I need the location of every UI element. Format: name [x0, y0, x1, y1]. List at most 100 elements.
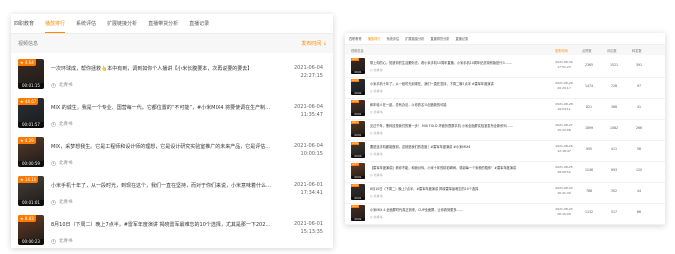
video-title[interactable]: 一次环球成，帮你拯救👆本中有到，调到如你个人播讲【小米长腹要本，次再说要的要去】: [51, 65, 273, 72]
rating-badge: ★ 14.16: [18, 176, 39, 183]
video-thumbnail[interactable]: ★4.4 00:02: [351, 205, 365, 221]
column-header-1[interactable]: 发布时间: [555, 48, 568, 53]
rating-badge: ★3.9: [351, 184, 359, 187]
column-header-3[interactable]: 评论数: [607, 48, 617, 53]
video-title[interactable]: 小米手机十年了，从一段时光到现在，我们一直在坚持，下周二晚7点半 #雷军年度演讲: [370, 81, 520, 86]
publish-time: 12:18:47: [557, 149, 571, 153]
publish-datetime: 2021-06-01 17:34:41: [283, 181, 323, 197]
video-title[interactable]: 【雷军年度演讲】看你不能，和我对你，小米十年的精彩瞬间，感谢每一个米粉的陪伴！#…: [370, 165, 520, 170]
video-author: ◎ 北青书: [370, 194, 383, 198]
tab-2[interactable]: 系统评估: [76, 20, 96, 27]
video-title[interactable]: MIX 的诚生，我是一个专业、国营每一代。它都位置的“不可能”，#小米MIX4 …: [51, 104, 273, 111]
column-header-2[interactable]: 点赞数: [582, 48, 592, 53]
publish-time: 16:41:30: [557, 191, 571, 195]
video-author: ◎ 北青书: [370, 68, 383, 72]
tab-4[interactable]: 直播带货分析: [430, 36, 449, 41]
video-thumbnail[interactable]: ★4.2 00:02: [351, 79, 365, 95]
duration-label: 00:00:23: [18, 239, 44, 245]
table-row[interactable]: ★4.4 00:02 小米MIX 4 全面屏时代真正到来，CUP全面屏，让你看到更多…: [345, 202, 665, 225]
video-list-item[interactable]: ★ 8.83 00:00:23 8月10日（下周二）晚上7点半，#雷军年度演讲 揭晓…: [11, 208, 333, 248]
rating-badge: ★4.2: [351, 79, 359, 82]
video-thumbnail[interactable]: ★4.7 00:01: [351, 163, 365, 179]
video-title[interactable]: 小米手机十年了，从一段时光，到现在这个，我们一直在坚持，而对于你们来说，小米意味…: [51, 182, 273, 189]
rating-badge: ★ 8.83: [18, 215, 36, 222]
rating-badge: ★4.4: [351, 205, 359, 208]
video-list-item[interactable]: ★ 4.64 00:01:15 一次环球成，帮你拯救👆本中有到，调到如你个人播讲【小…: [11, 52, 333, 96]
table-row[interactable]: ★4.2 00:02 小米手机十年了，从一段时光到现在，我们一直在坚持，下周二晚7点…: [345, 76, 665, 99]
left-sort-toggle[interactable]: 发布时间 ↓: [301, 40, 327, 47]
table-row[interactable]: ★4.7 00:01 【雷军年度演讲】看你不能，和我对你，小米十年的精彩瞬间，感谢每…: [345, 160, 665, 183]
video-thumbnail[interactable]: ★ 8.83 00:00:23: [18, 215, 44, 245]
table-row[interactable]: ★3.8 00:01 和年轻人在一起，总有办法，以你的名义创造新的可能 ◎ 北青书 20…: [345, 97, 665, 120]
duration-label: 00:01:57: [18, 122, 44, 128]
video-thumbnail[interactable]: ★3.8 00:01: [351, 100, 365, 116]
duration-label: 00:00:59: [18, 161, 44, 167]
video-thumbnail[interactable]: ★ 4.29 00:00:59: [18, 137, 44, 167]
shares-count: 266: [635, 126, 643, 130]
video-thumbnail[interactable]: ★ 4.64 00:01:15: [18, 59, 44, 89]
shares-count: 58: [636, 147, 642, 151]
tab-2[interactable]: 系统评估: [387, 36, 400, 41]
table-row[interactable]: ★4.0 00:00 要是连手机都能做到，这就是我们的态度！#雷军年度演讲 #小米M…: [345, 139, 665, 162]
video-list-item[interactable]: ★ 4.29 00:00:59 MIX，采梦想我生。它是工程师和设计师的理想，它是设…: [11, 130, 333, 174]
video-title[interactable]: MIX，采梦想我生。它是工程师和设计师的理想，它是设计研究实验室推广的未来产品，…: [51, 143, 273, 150]
publish-datetime: 2021-08-27 15:32:08: [550, 123, 578, 133]
publish-time: 10:00:15: [300, 151, 323, 157]
publish-date: 2021-06-01: [293, 221, 323, 227]
table-row[interactable]: ★4.5 00:01 带上你的心，知道你的生活跟你去，看小米手机10周年直播，小米手…: [345, 55, 665, 78]
likes-count: 821: [585, 105, 593, 109]
duration-label: 00:01:15: [18, 83, 44, 89]
publish-time: 11:35:47: [300, 112, 323, 118]
tab-0[interactable]: 四职教育: [14, 20, 34, 27]
video-title[interactable]: 要是连手机都能做到，这就是我们的态度！#雷军年度演讲 #小米MIX4: [370, 144, 520, 149]
tab-1[interactable]: 播放排行: [368, 36, 381, 41]
tab-5[interactable]: 直播记录: [456, 36, 469, 41]
shares-count: 44: [636, 189, 642, 193]
table-row[interactable]: ★3.9 00:01 8月10日（下周二）晚上7点半，#雷军年度演讲 揭晓雷军最难忘…: [345, 181, 665, 204]
video-thumbnail[interactable]: ★5.1 00:01: [351, 121, 365, 137]
video-title[interactable]: 带上你的心，知道你的生活跟你去，看小米手机10周年直播，小米手机10周年纪念特别…: [370, 60, 520, 65]
publish-datetime: 2021-08-24 16:41:30: [550, 186, 578, 196]
rating-badge: ★ 44.67: [18, 98, 39, 105]
publish-datetime: 2021-06-01 15:13:35: [283, 220, 323, 236]
duration-label: 00:02: [351, 92, 365, 95]
publish-time: 15:32:08: [557, 128, 571, 132]
video-thumbnail[interactable]: ★3.9 00:01: [351, 184, 365, 200]
publish-datetime: 2021-08-28 19:04:11: [550, 102, 578, 112]
table-row[interactable]: ★5.1 00:01 见过千年，黑科技是我们的第一步！ MIX FOLD 环面折叠屏…: [345, 118, 665, 141]
video-author: ◎ 北青书: [370, 110, 383, 114]
tab-0[interactable]: 四职教育: [349, 36, 362, 41]
publish-date: 2021-06-04: [293, 143, 323, 149]
right-table-header: 视频信息 发布时间 点赞数 评论数 转发数: [345, 45, 665, 55]
video-author: ◎ 北青书: [370, 131, 383, 135]
video-title[interactable]: 见过千年，黑科技是我们的第一步！ MIX FOLD 环面折叠屏手机 小米全面屏实…: [370, 123, 520, 128]
tab-1[interactable]: 播放排行: [45, 20, 66, 33]
rating-badge: ★3.8: [351, 100, 359, 103]
video-thumbnail[interactable]: ★4.5 00:01: [351, 58, 365, 74]
publish-time: 20:29:17: [557, 86, 571, 90]
publish-date: 2021-06-01: [293, 182, 323, 188]
user-icon: [51, 121, 56, 127]
publish-time: 17:51:23: [557, 65, 571, 69]
video-list-item[interactable]: ★ 44.67 00:01:57 MIX 的诚生，我是一个专业、国营每一代。它都位置…: [11, 91, 333, 135]
video-title[interactable]: 8月10日（下周二）晚上7点半，#雷军年度演讲 揭晓雷军最难忘的10个选择: [370, 186, 520, 191]
tab-3[interactable]: 扩展链接分析: [107, 20, 137, 27]
video-title[interactable]: 和年轻人在一起，总有办法，以你的名义创造新的可能: [370, 102, 520, 107]
duration-label: 00:02: [351, 218, 365, 221]
video-thumbnail[interactable]: ★ 14.16 00:01:01: [18, 176, 44, 206]
video-title[interactable]: 小米MIX 4 全面屏时代真正到来，CUP全面屏，让你看到更多……: [370, 207, 520, 212]
video-author: 北青书: [51, 238, 73, 244]
video-thumbnail[interactable]: ★ 44.67 00:01:57: [18, 98, 44, 128]
column-header-0: 视频信息: [351, 49, 364, 53]
video-list-item[interactable]: ★ 14.16 00:01:01 小米手机十年了，从一段时光，到现在这个，我们一直在…: [11, 169, 333, 213]
shares-count: 86: [636, 210, 642, 214]
video-thumbnail[interactable]: ★4.0 00:00: [351, 142, 365, 158]
column-header-4[interactable]: 转发数: [632, 48, 642, 53]
tab-3[interactable]: 扩展链接分析: [405, 36, 424, 41]
video-author: 北青书: [51, 160, 73, 166]
publish-datetime: 2021-08-25 18:06:52: [550, 165, 578, 175]
tab-5[interactable]: 直播记录: [189, 20, 209, 27]
left-table-header: 视频信息 发布时间 ↓: [11, 34, 333, 53]
video-title[interactable]: 8月10日（下周二）晚上7点半，#雷军年度演讲 揭晓雷军最难忘的10个选择，尤其…: [51, 221, 273, 228]
tab-4[interactable]: 直播带货分析: [148, 20, 178, 27]
